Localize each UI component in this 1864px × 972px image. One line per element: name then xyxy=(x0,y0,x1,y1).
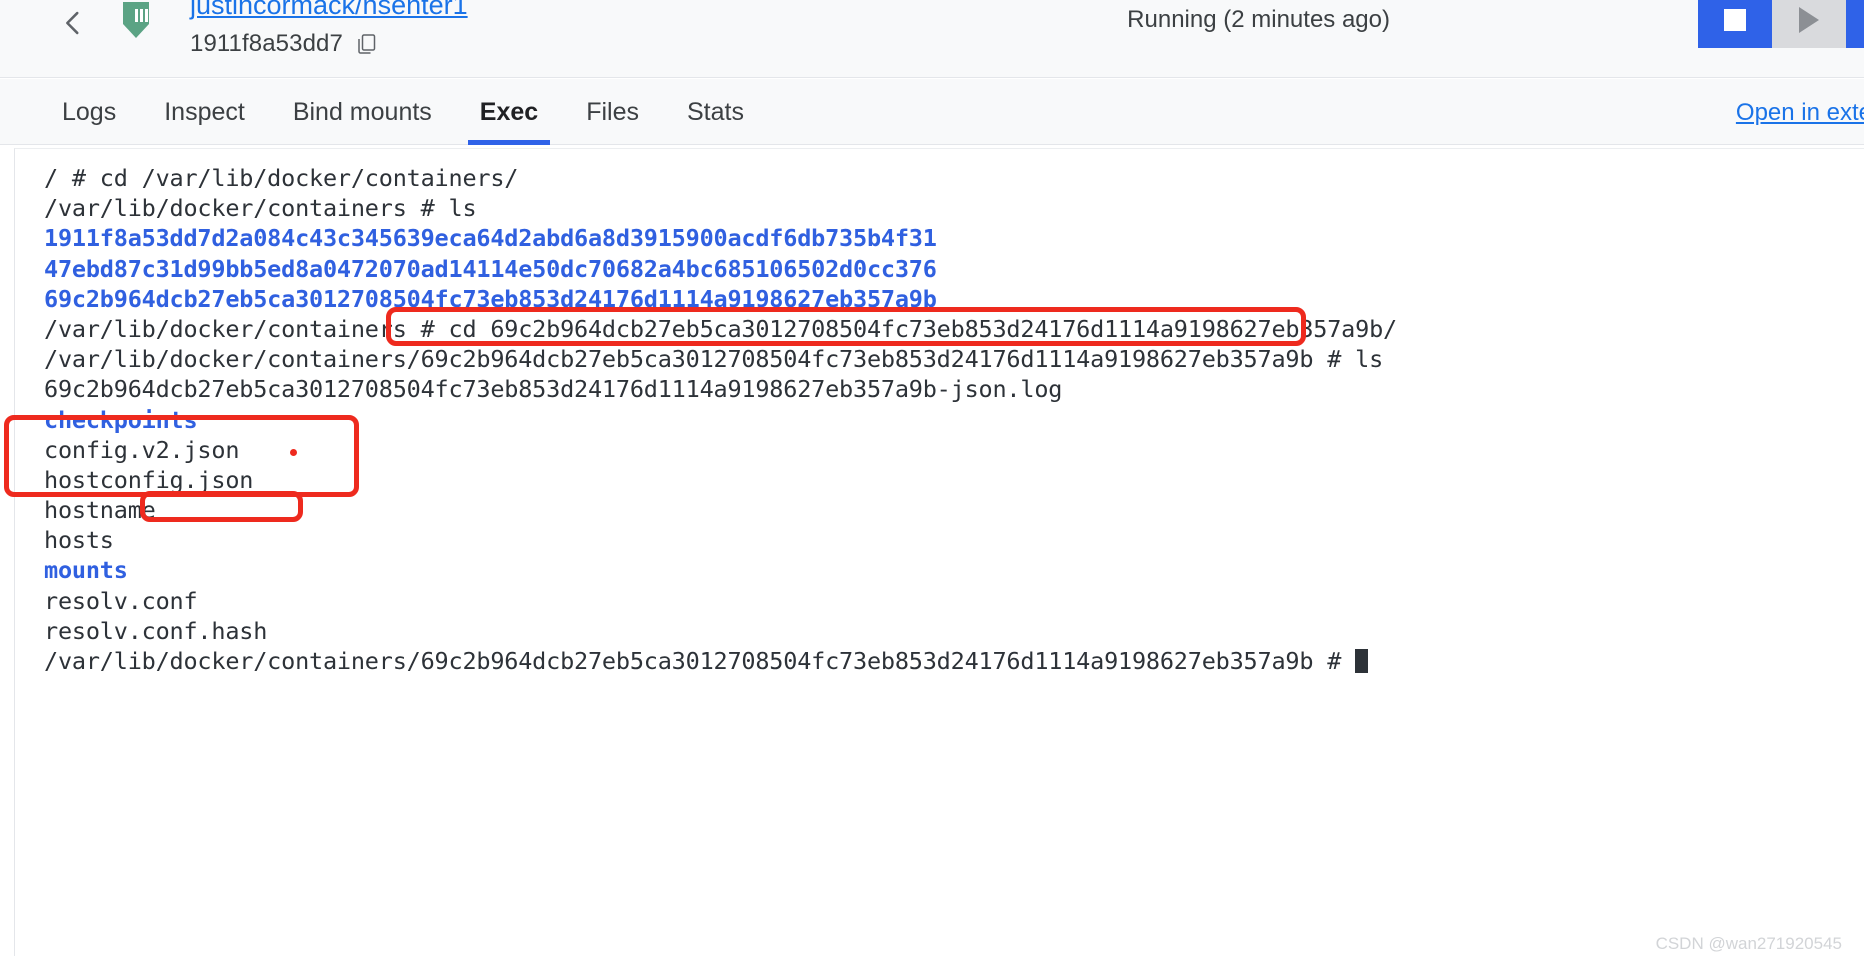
terminal-line: /var/lib/docker/containers/69c2b964dcb27… xyxy=(44,345,1384,374)
open-in-external-terminal-link[interactable]: Open in exte xyxy=(1736,99,1864,127)
play-icon xyxy=(1799,7,1819,33)
exec-terminal[interactable]: / # cd /var/lib/docker/containers//var/l… xyxy=(14,148,1864,956)
terminal-line: resolv.conf xyxy=(44,586,198,615)
terminal-line-directory[interactable]: 1911f8a53dd7d2a084c43c345639eca64d2abd6a… xyxy=(44,223,1864,253)
docker-desktop-container-view: justincormack/nsenter1 1911f8a53dd7 Runn… xyxy=(0,0,1864,972)
chevron-left-icon[interactable] xyxy=(56,6,90,40)
tab-exec[interactable]: Exec xyxy=(456,79,562,145)
container-id-row: 1911f8a53dd7 xyxy=(190,30,468,58)
stop-icon xyxy=(1724,9,1746,31)
terminal-line-directory[interactable]: 69c2b964dcb27eb5ca3012708504fc73eb853d24… xyxy=(44,284,1864,314)
overflow-button[interactable] xyxy=(1846,0,1864,48)
terminal-line-directory[interactable]: mounts xyxy=(44,555,1864,585)
terminal-line: hostname xyxy=(44,496,156,525)
terminal-line: /var/lib/docker/containers # cd 69c2b964… xyxy=(44,314,1397,343)
directory-entry[interactable]: 1911f8a53dd7d2a084c43c345639eca64d2abd6a… xyxy=(44,224,937,252)
terminal-line: /var/lib/docker/containers # ls xyxy=(44,194,477,223)
terminal-line: / # cd /var/lib/docker/containers/ xyxy=(44,164,519,192)
stop-button[interactable] xyxy=(1698,0,1772,48)
status-badge: Running (2 minutes ago) xyxy=(1127,6,1390,33)
repository-link[interactable]: justincormack/nsenter1 xyxy=(190,0,468,22)
tab-stats[interactable]: Stats xyxy=(663,79,768,145)
terminal-prompt-line: /var/lib/docker/containers/69c2b964dcb27… xyxy=(44,646,1864,676)
container-header: justincormack/nsenter1 1911f8a53dd7 Runn… xyxy=(0,0,1864,78)
terminal-output: / # cd /var/lib/docker/containers//var/l… xyxy=(15,149,1864,676)
tab-logs[interactable]: Logs xyxy=(38,79,140,145)
start-button[interactable] xyxy=(1772,0,1846,48)
terminal-line: hosts xyxy=(44,526,114,555)
terminal-line: config.v2.json xyxy=(44,435,240,464)
container-action-buttons xyxy=(1698,0,1864,48)
tab-bar: Logs Inspect Bind mounts Exec Files Stat… xyxy=(0,79,1864,145)
directory-entry[interactable]: 69c2b964dcb27eb5ca3012708504fc73eb853d24… xyxy=(44,285,937,313)
terminal-line: 69c2b964dcb27eb5ca3012708504fc73eb853d24… xyxy=(44,375,1063,404)
watermark: CSDN @wan271920545 xyxy=(1655,934,1842,953)
terminal-cursor xyxy=(1355,649,1369,673)
tab-files[interactable]: Files xyxy=(562,79,663,145)
tab-list: Logs Inspect Bind mounts Exec Files Stat… xyxy=(38,79,768,145)
container-title-block: justincormack/nsenter1 1911f8a53dd7 xyxy=(190,0,468,58)
directory-entry[interactable]: 47ebd87c31d99bb5ed8a0472070ad14114e50dc7… xyxy=(44,255,937,283)
terminal-line-directory[interactable]: 47ebd87c31d99bb5ed8a0472070ad14114e50dc7… xyxy=(44,254,1864,284)
terminal-line: hostconfig.json xyxy=(44,465,254,494)
tab-inspect[interactable]: Inspect xyxy=(140,79,269,145)
directory-entry[interactable]: mounts xyxy=(44,556,128,584)
tab-bind-mounts[interactable]: Bind mounts xyxy=(269,79,456,145)
terminal-line-directory[interactable]: checkpoints xyxy=(44,405,1864,435)
terminal-prompt: /var/lib/docker/containers/69c2b964dcb27… xyxy=(44,647,1356,675)
directory-entry[interactable]: checkpoints xyxy=(44,406,198,434)
terminal-line: resolv.conf.hash xyxy=(44,616,268,645)
copy-icon[interactable] xyxy=(357,33,377,55)
docker-container-icon xyxy=(113,0,159,44)
container-id: 1911f8a53dd7 xyxy=(190,30,343,57)
annotation-dot xyxy=(290,449,297,456)
